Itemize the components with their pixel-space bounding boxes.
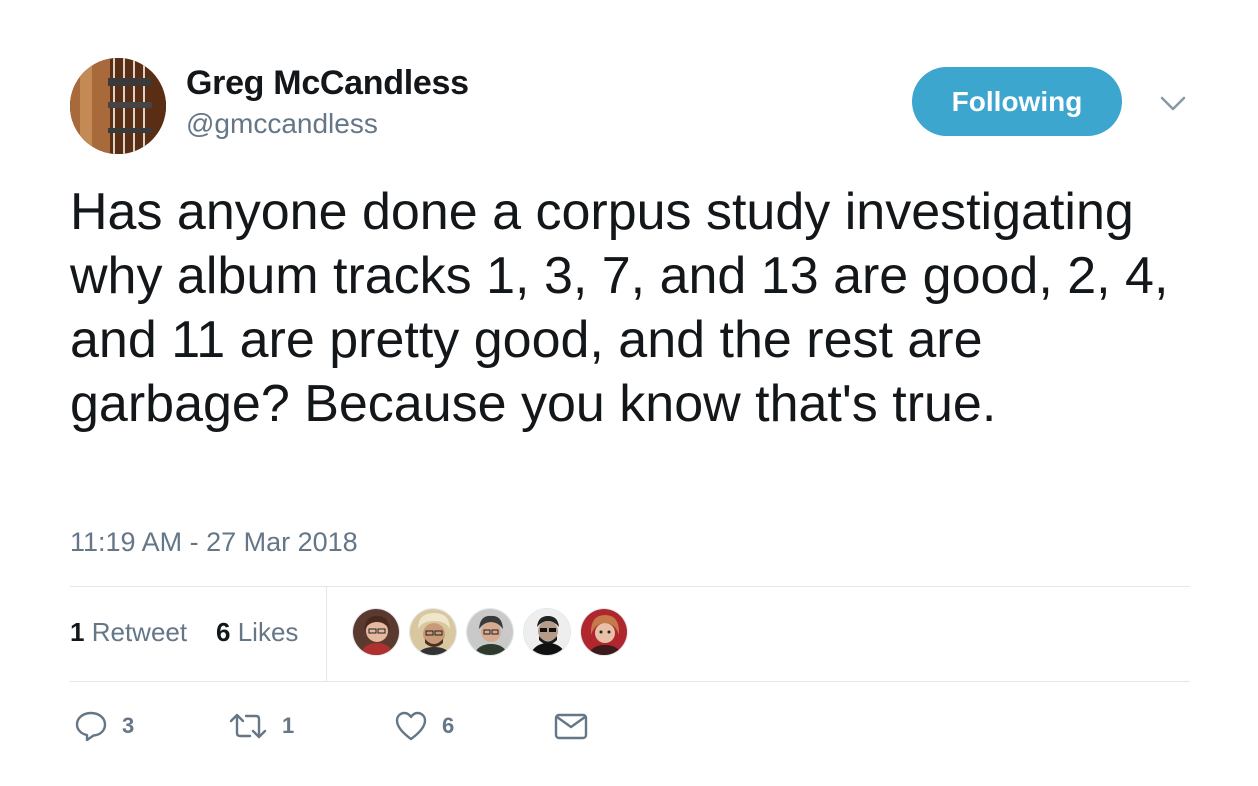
heart-icon [395, 711, 427, 741]
author-name[interactable]: Greg McCandless [186, 64, 469, 103]
retweet-stat-label: Retweet [91, 617, 188, 647]
liker-avatar[interactable] [580, 608, 628, 656]
author-handle[interactable]: @gmccandless [186, 108, 378, 140]
liker-avatar[interactable] [352, 608, 400, 656]
direct-message-action[interactable] [553, 706, 589, 746]
likes-stat[interactable]: 6 Likes [216, 617, 298, 648]
like-count: 6 [442, 713, 455, 738]
liker-avatar[interactable] [409, 608, 457, 656]
retweet-count: 1 [282, 713, 295, 738]
tweet-text: Has anyone done a corpus study investiga… [70, 183, 1169, 433]
reply-icon [75, 711, 107, 742]
stats-divider [326, 587, 327, 681]
retweet-stat-count: 1 [70, 617, 85, 647]
envelope-icon [554, 713, 588, 740]
liker-avatar[interactable] [523, 608, 571, 656]
retweet-stat[interactable]: 1 Retweet [70, 617, 187, 648]
liker-avatar[interactable] [466, 608, 514, 656]
chevron-down-icon[interactable] [1158, 88, 1188, 118]
tweet-timestamp[interactable]: 11:19 AM - 27 Mar 2018 [70, 527, 358, 558]
divider [70, 681, 1190, 682]
author-avatar[interactable] [70, 58, 166, 154]
like-action[interactable]: 6 [394, 706, 454, 746]
divider [70, 586, 1190, 587]
likes-stat-count: 6 [216, 617, 231, 647]
reply-count: 3 [122, 713, 135, 738]
retweet-action[interactable]: 1 [228, 706, 294, 746]
following-button[interactable]: Following [912, 67, 1122, 136]
reply-action[interactable]: 3 [74, 706, 134, 746]
retweet-icon [229, 713, 267, 739]
likers-avatars [352, 608, 628, 656]
likes-stat-label: Likes [237, 617, 299, 647]
